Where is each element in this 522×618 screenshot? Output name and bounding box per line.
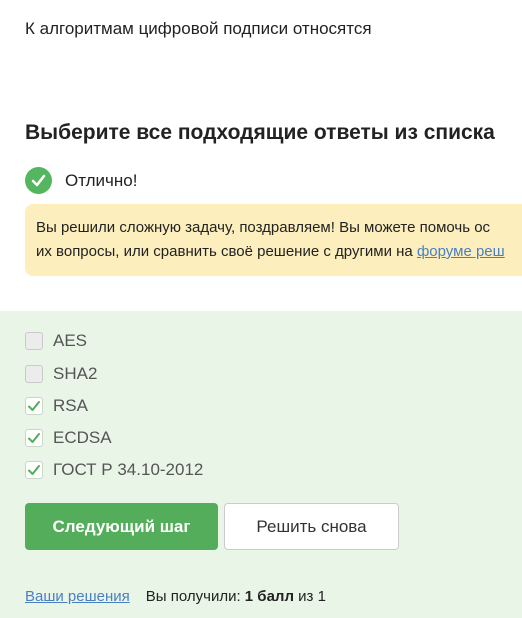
received-label: Вы получили: xyxy=(145,588,241,605)
score-footer: Ваши решения Вы получили: 1 балл из 1 xyxy=(25,588,326,605)
option-checkbox[interactable] xyxy=(25,365,43,383)
option-checkbox-checked[interactable] xyxy=(25,429,43,447)
notice-line-2-text: их вопросы, или сравнить своё решение с … xyxy=(36,243,417,260)
option-gost[interactable]: ГОСТ Р 34.10-2012 xyxy=(25,460,203,480)
check-circle-icon xyxy=(25,167,52,194)
option-label: SHA2 xyxy=(53,364,98,383)
checkmark-icon xyxy=(28,401,40,411)
option-label: ГОСТ Р 34.10-2012 xyxy=(53,460,204,479)
score-points: 1 балл xyxy=(244,588,294,605)
score-total: из 1 xyxy=(298,588,326,605)
next-step-button[interactable]: Следующий шаг xyxy=(25,503,218,550)
question-text: К алгоритмам цифровой подписи относятся xyxy=(25,19,372,38)
option-checkbox[interactable] xyxy=(25,332,43,350)
option-rsa[interactable]: RSA xyxy=(25,396,88,416)
option-aes[interactable]: AES xyxy=(25,331,87,351)
instructions-heading: Выберите все подходящие ответы из списка xyxy=(25,121,495,144)
notice-line-2: их вопросы, или сравнить своё решение с … xyxy=(36,240,522,264)
option-label: ECDSA xyxy=(53,428,112,447)
result-status-text: Отлично! xyxy=(65,170,138,190)
checkmark-icon xyxy=(28,465,40,475)
option-checkbox-checked[interactable] xyxy=(25,461,43,479)
option-checkbox-checked[interactable] xyxy=(25,397,43,415)
forum-link[interactable]: форуме реш xyxy=(417,243,505,260)
checkmark-icon xyxy=(28,433,40,443)
congratulations-notice: Вы решили сложную задачу, поздравляем! В… xyxy=(25,204,522,276)
option-label: AES xyxy=(53,331,88,350)
solve-again-button[interactable]: Решить снова xyxy=(224,503,399,550)
option-ecdsa[interactable]: ECDSA xyxy=(25,428,112,448)
your-solutions-link[interactable]: Ваши решения xyxy=(25,588,130,605)
option-sha2[interactable]: SHA2 xyxy=(25,364,97,384)
notice-line-1: Вы решили сложную задачу, поздравляем! В… xyxy=(36,219,491,236)
result-status: Отлично! xyxy=(25,167,137,194)
option-label: RSA xyxy=(53,396,88,415)
